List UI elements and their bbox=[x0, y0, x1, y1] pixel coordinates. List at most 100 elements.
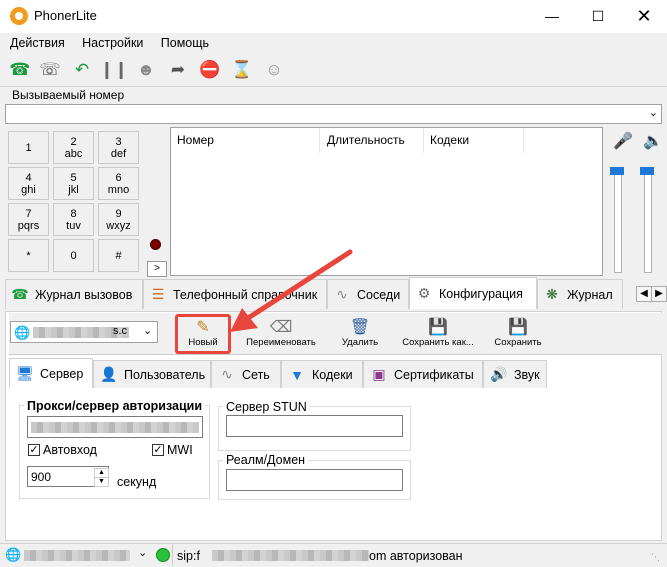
save-as-button[interactable]: 💾 Сохранить как... bbox=[400, 317, 476, 353]
sip-address-prefix: sip:f bbox=[177, 549, 200, 563]
chevron-down-icon[interactable]: ⌄ bbox=[138, 546, 147, 559]
bug-icon: ❋ bbox=[546, 286, 558, 302]
call-toolbar: ☎ ☏ ↶ ❙❙ ☻ ➦ ⛔ ⌛ ☺ bbox=[0, 55, 667, 85]
close-button[interactable]: ✕ bbox=[621, 0, 667, 32]
stun-group-title: Сервер STUN bbox=[223, 400, 310, 414]
maximize-button[interactable]: ☐ bbox=[575, 0, 621, 32]
tabs-scroll-right-button[interactable]: ▶ bbox=[651, 286, 667, 302]
users-icon[interactable]: ☺ bbox=[262, 58, 286, 82]
tabs-scroll-left-button[interactable]: ◀ bbox=[636, 286, 652, 302]
speaker-volume: 🔈 bbox=[636, 127, 666, 276]
online-status-icon bbox=[156, 548, 170, 562]
proxy-server-input[interactable] bbox=[27, 416, 203, 438]
stepper-down-button[interactable]: ▼ bbox=[94, 477, 109, 487]
mwi-checkbox[interactable]: ✓ bbox=[152, 444, 164, 456]
autologin-label: Автовход bbox=[43, 443, 97, 457]
key-4[interactable]: 4 ghi bbox=[8, 167, 49, 200]
phone-transfer-icon[interactable]: ↶ bbox=[70, 58, 94, 82]
subtab-network[interactable]: ∿ Сеть bbox=[211, 360, 281, 388]
subtab-user[interactable]: 👤 Пользователь bbox=[93, 360, 211, 388]
menu-help[interactable]: Помощь bbox=[161, 36, 209, 50]
key-3[interactable]: 3 def bbox=[98, 131, 139, 164]
key-7[interactable]: 7 pqrs bbox=[8, 203, 49, 236]
save-button[interactable]: 💾 Сохранить bbox=[490, 317, 546, 353]
microphone-muted-icon[interactable]: 🎤 bbox=[613, 131, 633, 151]
menu-bar: Действия Настройки Помощь bbox=[0, 33, 667, 53]
forward-icon[interactable]: ➦ bbox=[166, 58, 190, 82]
stun-server-input[interactable] bbox=[226, 415, 403, 437]
proxy-server-redacted bbox=[31, 422, 199, 433]
key-5[interactable]: 5 jkl bbox=[53, 167, 94, 200]
speaker-volume-slider[interactable] bbox=[644, 167, 652, 273]
mic-volume-thumb[interactable] bbox=[610, 167, 624, 175]
called-number-label: Вызываемый номер bbox=[12, 88, 125, 102]
subtab-server[interactable]: 🖥 Сервер bbox=[9, 358, 93, 388]
mic-volume-slider[interactable] bbox=[614, 167, 622, 273]
sip-address-redacted bbox=[212, 550, 369, 561]
speaker-icon: 🔊 bbox=[490, 366, 508, 382]
stop-icon[interactable]: ⛔ bbox=[198, 58, 222, 82]
account-select[interactable]: 🌐 s.c ⌄ bbox=[10, 321, 158, 343]
status-bar: 🌐 ⌄ sip:f om авторизован ⋱ bbox=[0, 543, 667, 567]
key-star[interactable]: * bbox=[8, 239, 49, 272]
speaker-volume-thumb[interactable] bbox=[640, 167, 654, 175]
funnel-icon: ▼ bbox=[290, 366, 304, 383]
resize-grip-icon[interactable]: ⋱ bbox=[651, 552, 660, 563]
subtab-sound[interactable]: 🔊 Звук bbox=[483, 360, 547, 388]
key-6[interactable]: 6 mno bbox=[98, 167, 139, 200]
save-as-icon: 💾 bbox=[428, 319, 448, 336]
registration-status: om авторизован bbox=[369, 549, 463, 563]
column-codecs[interactable]: Кодеки bbox=[430, 133, 469, 151]
gear-icon: ⚙ bbox=[417, 285, 431, 301]
title-bar: PhonerLite — ☐ ✕ bbox=[0, 0, 667, 33]
config-subtabs: 🖥 Сервер 👤 Пользователь ∿ Сеть ▼ Кодеки ▣ Сер… bbox=[9, 358, 659, 390]
phone-call-icon[interactable]: ☎ bbox=[8, 58, 32, 82]
highlight-arrow bbox=[230, 249, 353, 332]
column-number[interactable]: Номер bbox=[177, 133, 214, 151]
phone-timer-icon[interactable]: ⌛ bbox=[230, 58, 254, 82]
key-1[interactable]: 1 bbox=[8, 131, 49, 164]
menu-settings[interactable]: Настройки bbox=[82, 36, 143, 50]
key-9[interactable]: 9 wxyz bbox=[98, 203, 139, 236]
key-0[interactable]: 0 bbox=[53, 239, 94, 272]
subtab-certificates[interactable]: ▣ Сертификаты bbox=[363, 360, 483, 388]
called-number-input[interactable]: ⌄ bbox=[5, 104, 662, 124]
conference-icon[interactable]: ☻ bbox=[134, 58, 158, 82]
globe-icon: 🌐 bbox=[5, 547, 22, 562]
realm-domain-input[interactable] bbox=[226, 469, 403, 491]
proxy-group-title: Прокси/сервер авторизации bbox=[24, 399, 206, 413]
seconds-label: секунд bbox=[117, 475, 157, 489]
interval-stepper[interactable]: 900 ▲ ▼ bbox=[27, 466, 109, 487]
mic-volume: 🎤 bbox=[606, 127, 636, 276]
floppy-disk-icon: 💾 bbox=[508, 319, 528, 336]
subtab-codecs[interactable]: ▼ Кодеки bbox=[281, 360, 363, 388]
certificate-icon: ▣ bbox=[372, 366, 386, 382]
key-2[interactable]: 2 abc bbox=[53, 131, 94, 164]
column-duration[interactable]: Длительность bbox=[327, 133, 405, 151]
mwi-label: MWI bbox=[167, 443, 193, 457]
app-logo-icon bbox=[10, 7, 28, 25]
chevron-down-icon[interactable]: ⌄ bbox=[649, 106, 658, 119]
menu-actions[interactable]: Действия bbox=[10, 36, 65, 50]
tab-call-log[interactable]: ☎ Журнал вызовов bbox=[5, 279, 143, 309]
phone-hold-icon[interactable]: ☏ bbox=[38, 58, 62, 82]
phonebook-icon: ☰ bbox=[151, 286, 165, 302]
tab-configuration[interactable]: ⚙ Конфигурация bbox=[409, 277, 537, 309]
status-account-redacted bbox=[24, 550, 130, 561]
user-icon: 👤 bbox=[100, 366, 118, 382]
phone-pause-icon[interactable]: ❙❙ bbox=[100, 58, 129, 82]
minimize-button[interactable]: — bbox=[529, 0, 575, 32]
globe-icon: 🌐 bbox=[14, 325, 31, 340]
key-hash[interactable]: # bbox=[98, 239, 139, 272]
key-8[interactable]: 8 tuv bbox=[53, 203, 94, 236]
monitor-icon: 🖥 bbox=[16, 365, 34, 381]
record-indicator-icon[interactable] bbox=[150, 239, 161, 250]
chevron-down-icon: ⌄ bbox=[143, 325, 153, 337]
tab-log[interactable]: ❋ Журнал bbox=[537, 279, 623, 309]
keypad-toggle-button[interactable]: > bbox=[147, 261, 167, 277]
call-log-icon: ☎ bbox=[11, 286, 29, 302]
realm-group-title: Реалм/Домен bbox=[223, 453, 309, 467]
autologin-checkbox[interactable]: ✓ bbox=[28, 444, 40, 456]
window-title: PhonerLite bbox=[34, 8, 97, 23]
speaker-muted-icon[interactable]: 🔈 bbox=[643, 131, 663, 151]
